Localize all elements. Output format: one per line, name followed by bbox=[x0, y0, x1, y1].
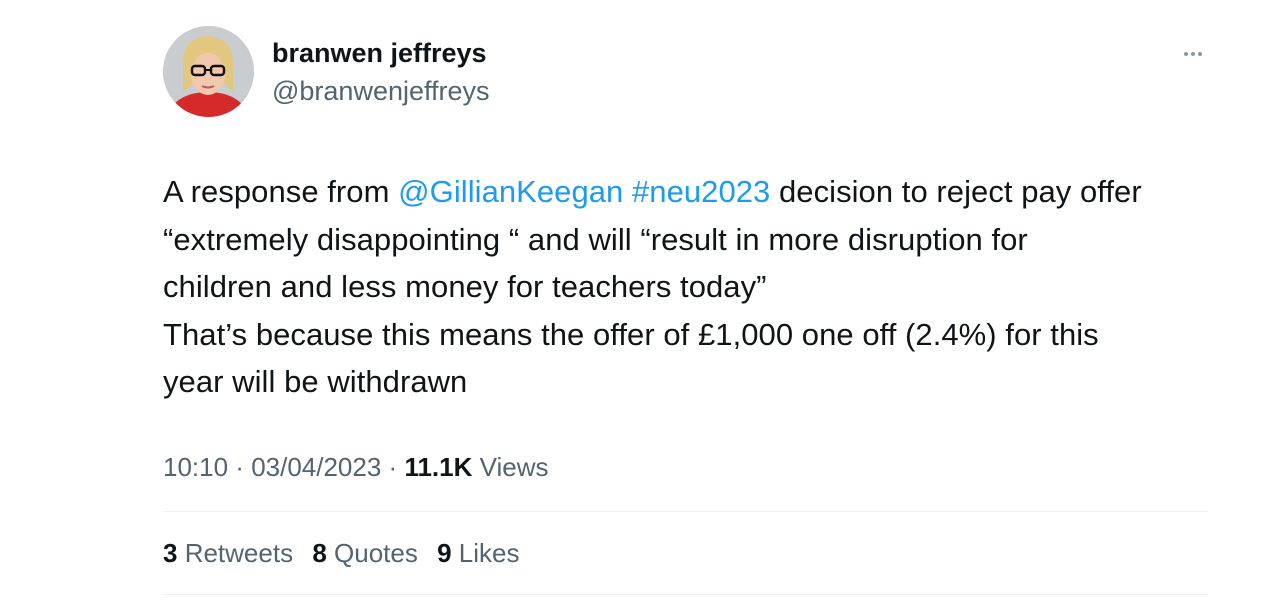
engagement-stats: 3 Retweets 8 Quotes 9 Likes bbox=[163, 536, 531, 570]
timestamp-date[interactable]: 03/04/2023 bbox=[251, 452, 381, 482]
timestamp-time[interactable]: 10:10 bbox=[163, 452, 228, 482]
avatar-image bbox=[163, 26, 254, 117]
likes-label: Likes bbox=[451, 538, 520, 568]
quotes-count: 8 bbox=[312, 538, 327, 568]
hashtag-link[interactable]: #neu2023 bbox=[632, 174, 770, 209]
tweet-text: A response from @GillianKeegan #neu2023 … bbox=[163, 168, 1213, 406]
views-count: 11.1K bbox=[404, 452, 473, 482]
tweet-text-segment: A response from bbox=[163, 174, 399, 209]
retweets-label: Retweets bbox=[177, 538, 294, 568]
more-options-button[interactable] bbox=[1176, 42, 1210, 66]
tweet-metadata: 10:10 · 03/04/2023 · 11.1K Views bbox=[163, 450, 549, 484]
avatar[interactable] bbox=[163, 26, 254, 117]
author-info: branwen jeffreys @branwenjeffreys bbox=[272, 36, 490, 108]
tweet-text-segment: decision to reject pay offer bbox=[770, 174, 1142, 209]
likes-stat[interactable]: 9 Likes bbox=[437, 536, 519, 570]
tweet-text-segment bbox=[623, 174, 632, 209]
tweet-line: “extremely disappointing “ and will “res… bbox=[163, 221, 1028, 257]
retweets-count: 3 bbox=[163, 538, 178, 568]
meta-separator: · bbox=[228, 452, 252, 482]
mention-link[interactable]: @GillianKeegan bbox=[398, 174, 623, 209]
retweets-stat[interactable]: 3 Retweets bbox=[163, 536, 293, 570]
tweet-line: That’s because this means the offer of £… bbox=[163, 316, 1099, 352]
more-horizontal-icon bbox=[1184, 52, 1202, 56]
divider bbox=[163, 594, 1208, 595]
tweet-line: children and less money for teachers tod… bbox=[163, 269, 767, 304]
user-handle[interactable]: @branwenjeffreys bbox=[272, 74, 490, 108]
tweet-line: year will be withdrawn bbox=[163, 364, 468, 399]
tweet-line: A response from @GillianKeegan #neu2023 … bbox=[163, 168, 1213, 216]
quotes-label: Quotes bbox=[326, 538, 418, 568]
display-name[interactable]: branwen jeffreys bbox=[272, 36, 490, 70]
likes-count: 9 bbox=[437, 538, 452, 568]
divider bbox=[163, 511, 1208, 512]
quotes-stat[interactable]: 8 Quotes bbox=[312, 536, 418, 570]
tweet: branwen jeffreys @branwenjeffreys A resp… bbox=[0, 0, 1276, 600]
views-label: Views bbox=[472, 452, 549, 482]
meta-separator: · bbox=[381, 452, 405, 482]
